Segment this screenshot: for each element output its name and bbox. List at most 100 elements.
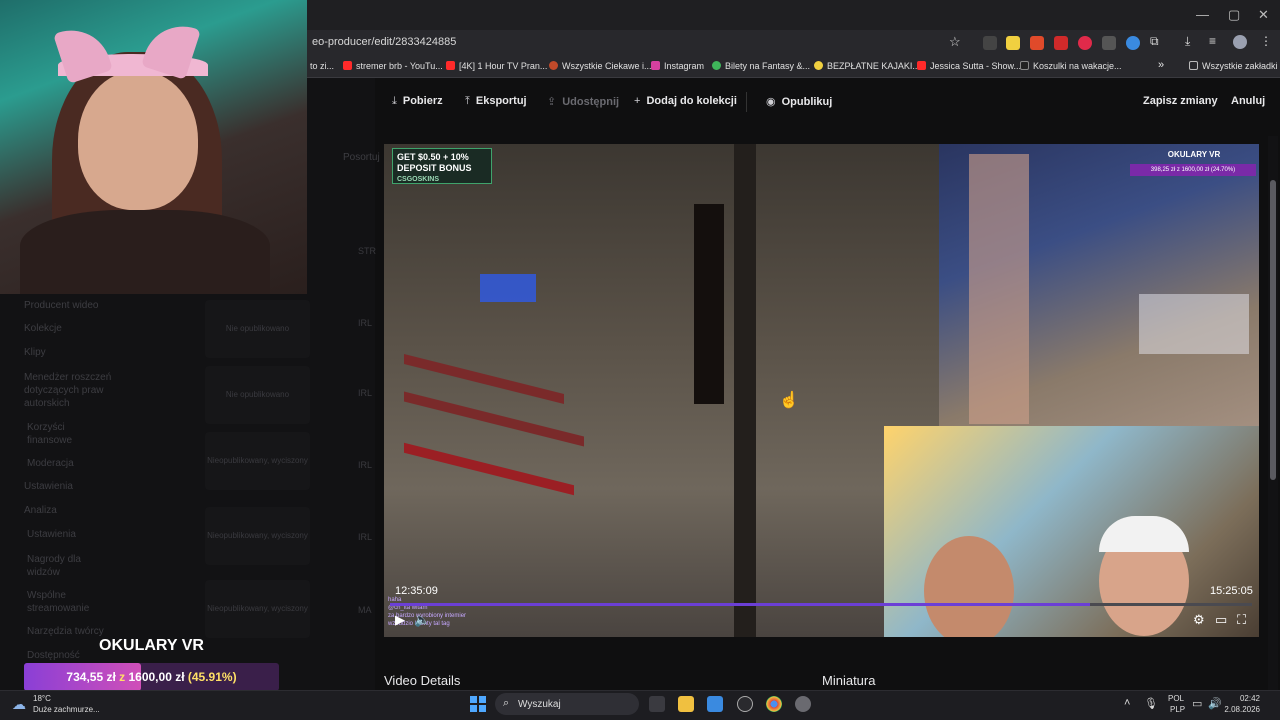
extension-icon[interactable] (1078, 36, 1092, 50)
browser-menu-icon[interactable]: ⋮ (1260, 34, 1272, 48)
goal-percent: (45.91%) (187, 670, 237, 684)
total-duration: 15:25:05 (1210, 585, 1253, 597)
play-icon[interactable]: ▶ (395, 612, 405, 628)
maximize-icon[interactable]: ▢ (1228, 7, 1240, 23)
save-changes-button[interactable]: Zapisz zmiany (1143, 95, 1218, 107)
sidebar-item-clips[interactable]: Klipy (24, 347, 46, 358)
microphone-icon[interactable]: 🎙 (1144, 697, 1158, 710)
weather-description[interactable]: Duże zachmurze... (33, 705, 100, 714)
bookmark-item[interactable]: Bilety na Fantasy &... (712, 61, 810, 71)
bookmark-item[interactable]: Jessica Sutta - Show... (917, 61, 1021, 71)
bookmark-item[interactable]: to zi... (310, 61, 334, 71)
sidebar-item-co-streaming[interactable]: Wspólne streamowanie (27, 589, 107, 615)
row-title[interactable]: IRL (358, 532, 372, 542)
extensions-puzzle-icon[interactable]: ⧉ (1150, 34, 1159, 49)
video-row-thumbnail[interactable]: Nie opublikowano (205, 366, 310, 424)
chrome-icon[interactable] (766, 696, 782, 712)
keyboard-layout[interactable]: PLP (1170, 705, 1185, 714)
sidebar-item-producer[interactable]: Producent wideo (24, 300, 99, 311)
input-language[interactable]: POL (1168, 694, 1184, 703)
row-title[interactable]: IRL (358, 318, 372, 328)
sidebar-item-collections[interactable]: Kolekcje (24, 323, 62, 334)
sidebar-item-claims[interactable]: Menedżer roszczeń dotyczących praw autor… (24, 371, 124, 410)
webcam-face (78, 70, 198, 210)
reading-list-icon[interactable]: ≡ (1209, 34, 1216, 48)
extension-icon[interactable] (983, 36, 997, 50)
site-icon (549, 61, 558, 70)
video-player[interactable] (384, 144, 1259, 637)
clock-date[interactable]: 2.08.2026 (1216, 705, 1260, 714)
scrollbar-thumb[interactable] (1270, 180, 1276, 480)
row-title[interactable]: IRL (358, 388, 372, 398)
export-button[interactable]: ⤒ Eksportuj (465, 95, 527, 108)
cancel-button[interactable]: Anuluj (1231, 95, 1265, 107)
sidebar-item-creator-tools[interactable]: Narzędzia twórcy (27, 626, 104, 637)
row-status: Nie opublikowano (225, 390, 290, 399)
windows-start-icon[interactable] (470, 696, 486, 712)
downloads-icon[interactable]: ⤓ (1185, 34, 1190, 49)
goal-connector: z (119, 670, 126, 684)
video-row-thumbnail[interactable]: Nie opublikowano (205, 300, 310, 358)
search-placeholder: Wyszukaj (518, 699, 561, 710)
close-icon[interactable]: ✕ (1258, 7, 1269, 23)
video-row-thumbnail[interactable]: Nieopublikowany, wyciszony (205, 507, 310, 565)
task-view-icon[interactable] (649, 696, 665, 712)
sidebar-item-moderation[interactable]: Moderacja (27, 458, 74, 469)
settings-gear-icon[interactable]: ⚙ (1193, 612, 1205, 628)
bookmark-item[interactable]: Koszulki na wakacje... (1020, 61, 1122, 71)
share-label: Udostępnij (562, 96, 620, 108)
tray-chevron-icon[interactable]: ˄ (1124, 697, 1130, 709)
row-title[interactable]: STR (358, 246, 376, 256)
network-icon[interactable]: ▭ (1192, 697, 1202, 710)
bookmark-item[interactable]: BEZPŁATNE KAJAKI... (814, 61, 920, 71)
extension-icon[interactable] (1102, 36, 1116, 50)
extension-icon[interactable] (1054, 36, 1068, 50)
store-icon[interactable] (707, 696, 723, 712)
download-icon: ⤓ (392, 95, 397, 107)
search-icon: ⌕ (503, 697, 510, 709)
sidebar-item-settings[interactable]: Ustawienia (27, 529, 76, 540)
stream-overlay-goal-title: OKULARY VR (1167, 150, 1221, 159)
bookmark-item[interactable]: Instagram (651, 61, 704, 71)
extension-icon[interactable] (1006, 36, 1020, 50)
sidebar-item-settings-sub[interactable]: Ustawienia (24, 481, 73, 492)
download-button[interactable]: ⤓ Pobierz (392, 95, 443, 108)
hand-cursor-icon: ☝ (779, 392, 799, 409)
more-bookmarks-icon[interactable]: » (1158, 59, 1164, 71)
volume-icon[interactable]: 🔈 (414, 612, 430, 628)
publish-button[interactable]: ◉ Opublikuj (766, 95, 832, 108)
bookmark-item[interactable]: stremer brb - YouTu... (343, 61, 443, 71)
weather-cloud-icon[interactable]: ☁ (12, 696, 26, 713)
sort-header[interactable]: Posortuj (343, 152, 380, 163)
profile-avatar[interactable] (1233, 35, 1247, 49)
extension-icon[interactable] (1126, 36, 1140, 50)
video-row-thumbnail[interactable]: Nieopublikowany, wyciszony (205, 432, 310, 490)
theater-mode-icon[interactable]: ▭ (1215, 612, 1227, 628)
youtube-icon (917, 61, 926, 70)
sidebar-item-monetization[interactable]: Korzyści finansowe (27, 421, 107, 447)
minimize-icon[interactable]: — (1196, 7, 1209, 22)
obs-icon[interactable] (737, 696, 753, 712)
url-text[interactable]: eo-producer/edit/2833424885 (312, 36, 456, 48)
bookmark-star-icon[interactable]: ☆ (949, 34, 961, 50)
row-title[interactable]: IRL (358, 460, 372, 470)
row-title[interactable]: MA (358, 605, 372, 615)
file-explorer-icon[interactable] (678, 696, 694, 712)
share-button[interactable]: ⇪ Udostępnij (547, 95, 619, 108)
site-icon (814, 61, 823, 70)
taskbar-search-box[interactable] (495, 693, 639, 715)
extension-icon[interactable] (1030, 36, 1044, 50)
weather-temperature[interactable]: 18°C (33, 694, 51, 703)
sidebar-item-analytics[interactable]: Analiza (24, 505, 57, 516)
add-to-collection-button[interactable]: + Dodaj do kolekcji (634, 95, 737, 107)
webcam-body (20, 210, 270, 294)
sidebar-item-viewer-rewards[interactable]: Nagrody dla widzów (27, 553, 107, 579)
settings-icon[interactable] (795, 696, 811, 712)
clock-time[interactable]: 02:42 (1220, 694, 1260, 703)
all-bookmarks-folder[interactable]: Wszystkie zakładki (1189, 61, 1278, 71)
plus-icon: + (634, 95, 641, 107)
fullscreen-icon[interactable]: ⛶ (1237, 612, 1246, 628)
bookmark-item[interactable]: [4K] 1 Hour TV Pran... (446, 61, 547, 71)
video-row-thumbnail[interactable]: Nieopublikowany, wyciszony (205, 580, 310, 638)
bookmark-item[interactable]: Wszystkie Ciekawe i... (549, 61, 652, 71)
